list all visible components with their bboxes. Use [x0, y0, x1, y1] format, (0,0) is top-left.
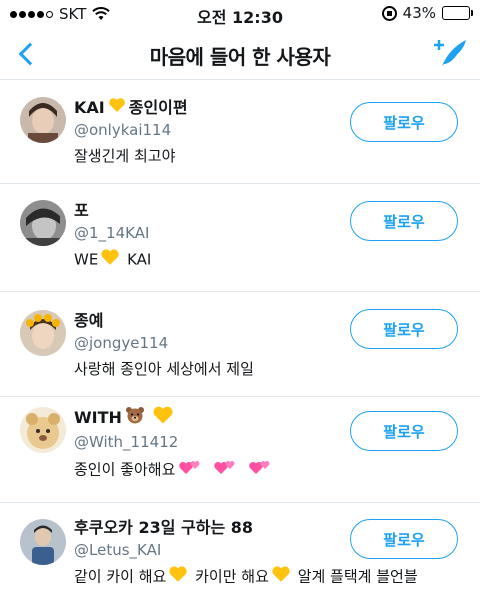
follow-button[interactable]: 팔로우	[350, 519, 458, 559]
yellow-heart-icon	[108, 97, 126, 119]
user-name[interactable]: KAI 종인이편	[74, 97, 188, 119]
user-handle[interactable]: @With_11412	[74, 431, 275, 453]
user-bio: WE KAI	[74, 248, 151, 272]
user-handle[interactable]: @jongye114	[74, 332, 254, 354]
yellow-heart-icon	[152, 405, 174, 431]
user-info: 포 @1_14KAI WE KAI	[74, 200, 151, 272]
yellow-heart-icon	[271, 565, 291, 589]
page-title: 마음에 들어 한 사용자	[149, 45, 331, 69]
bear-face-icon	[125, 406, 145, 430]
yellow-heart-icon	[168, 565, 188, 589]
yellow-heart-icon	[100, 248, 120, 272]
status-bar: SKT 오전 12:30 43%	[0, 0, 480, 28]
follow-button[interactable]: 팔로우	[350, 201, 458, 241]
list-item[interactable]: WITH @With_11412 종인이 좋아해요 팔로우	[0, 397, 480, 503]
user-name-text: WITH	[74, 408, 122, 427]
battery-percent: 43%	[402, 4, 436, 22]
two-hearts-icon	[177, 457, 203, 483]
avatar[interactable]	[20, 310, 66, 356]
battery-icon	[442, 6, 473, 20]
user-handle[interactable]: @onlykai114	[74, 119, 188, 141]
follow-button[interactable]: 팔로우	[350, 102, 458, 142]
follow-button[interactable]: 팔로우	[350, 309, 458, 349]
user-bio-text: WE	[74, 250, 99, 269]
user-bio: 사랑해 종인아 세상에서 제일	[74, 358, 254, 380]
user-bio-text: 사랑해 종인아 세상에서 제일	[74, 360, 254, 378]
user-name[interactable]: 종예	[74, 310, 254, 332]
user-info: KAI 종인이편 @onlykai114 잘생긴게 최고야	[74, 97, 188, 167]
avatar[interactable]	[20, 519, 66, 565]
user-name[interactable]: WITH	[74, 405, 275, 431]
list-item[interactable]: 후쿠오카 23일 구하는 88 @Letus_KAI 같이 카이 해요 카이만 …	[0, 503, 480, 605]
user-bio: 잘생긴게 최고야	[74, 145, 188, 167]
list-item[interactable]: KAI 종인이편 @onlykai114 잘생긴게 최고야 팔로우	[0, 81, 480, 184]
user-info: WITH @With_11412 종인이 좋아해요	[74, 405, 275, 483]
user-bio-text: 같이 카이 해요	[74, 567, 167, 586]
list-item[interactable]: 포 @1_14KAI WE KAI 팔로우	[0, 184, 480, 292]
user-name-text: KAI	[74, 98, 105, 117]
avatar[interactable]	[20, 407, 66, 453]
avatar[interactable]	[20, 200, 66, 246]
user-bio-text: 종인이 좋아해요	[74, 460, 176, 479]
nav-bar: 마음에 들어 한 사용자	[0, 28, 480, 80]
list-item[interactable]: 종예 @jongye114 사랑해 종인아 세상에서 제일 팔로우	[0, 292, 480, 397]
user-name-suffix: 종인이편	[128, 98, 188, 117]
user-info: 종예 @jongye114 사랑해 종인아 세상에서 제일	[74, 310, 254, 380]
user-bio-text-2: 카이만 해요	[195, 567, 269, 586]
user-bio-text: 잘생긴게 최고야	[74, 147, 176, 165]
follow-button[interactable]: 팔로우	[350, 411, 458, 451]
avatar[interactable]	[20, 97, 66, 143]
status-right: 43%	[381, 4, 473, 22]
two-hearts-icon	[212, 457, 238, 483]
user-name[interactable]: 포	[74, 200, 151, 222]
user-name-text: 포	[74, 201, 89, 220]
user-handle[interactable]: @1_14KAI	[74, 222, 151, 244]
user-name-text: 종예	[74, 311, 104, 330]
add-feather-icon[interactable]	[430, 34, 470, 72]
user-name-text: 후쿠오카 23일 구하는 88	[74, 518, 254, 537]
rotation-lock-icon	[381, 5, 397, 21]
user-bio-text-2: KAI	[127, 250, 152, 269]
two-hearts-icon	[247, 457, 273, 483]
user-bio-text-3: 알계 플택계 블언블	[297, 567, 418, 586]
user-bio: 종인이 좋아해요	[74, 457, 275, 483]
user-bio: 같이 카이 해요 카이만 해요 알계 플택계 블언블	[74, 565, 418, 589]
